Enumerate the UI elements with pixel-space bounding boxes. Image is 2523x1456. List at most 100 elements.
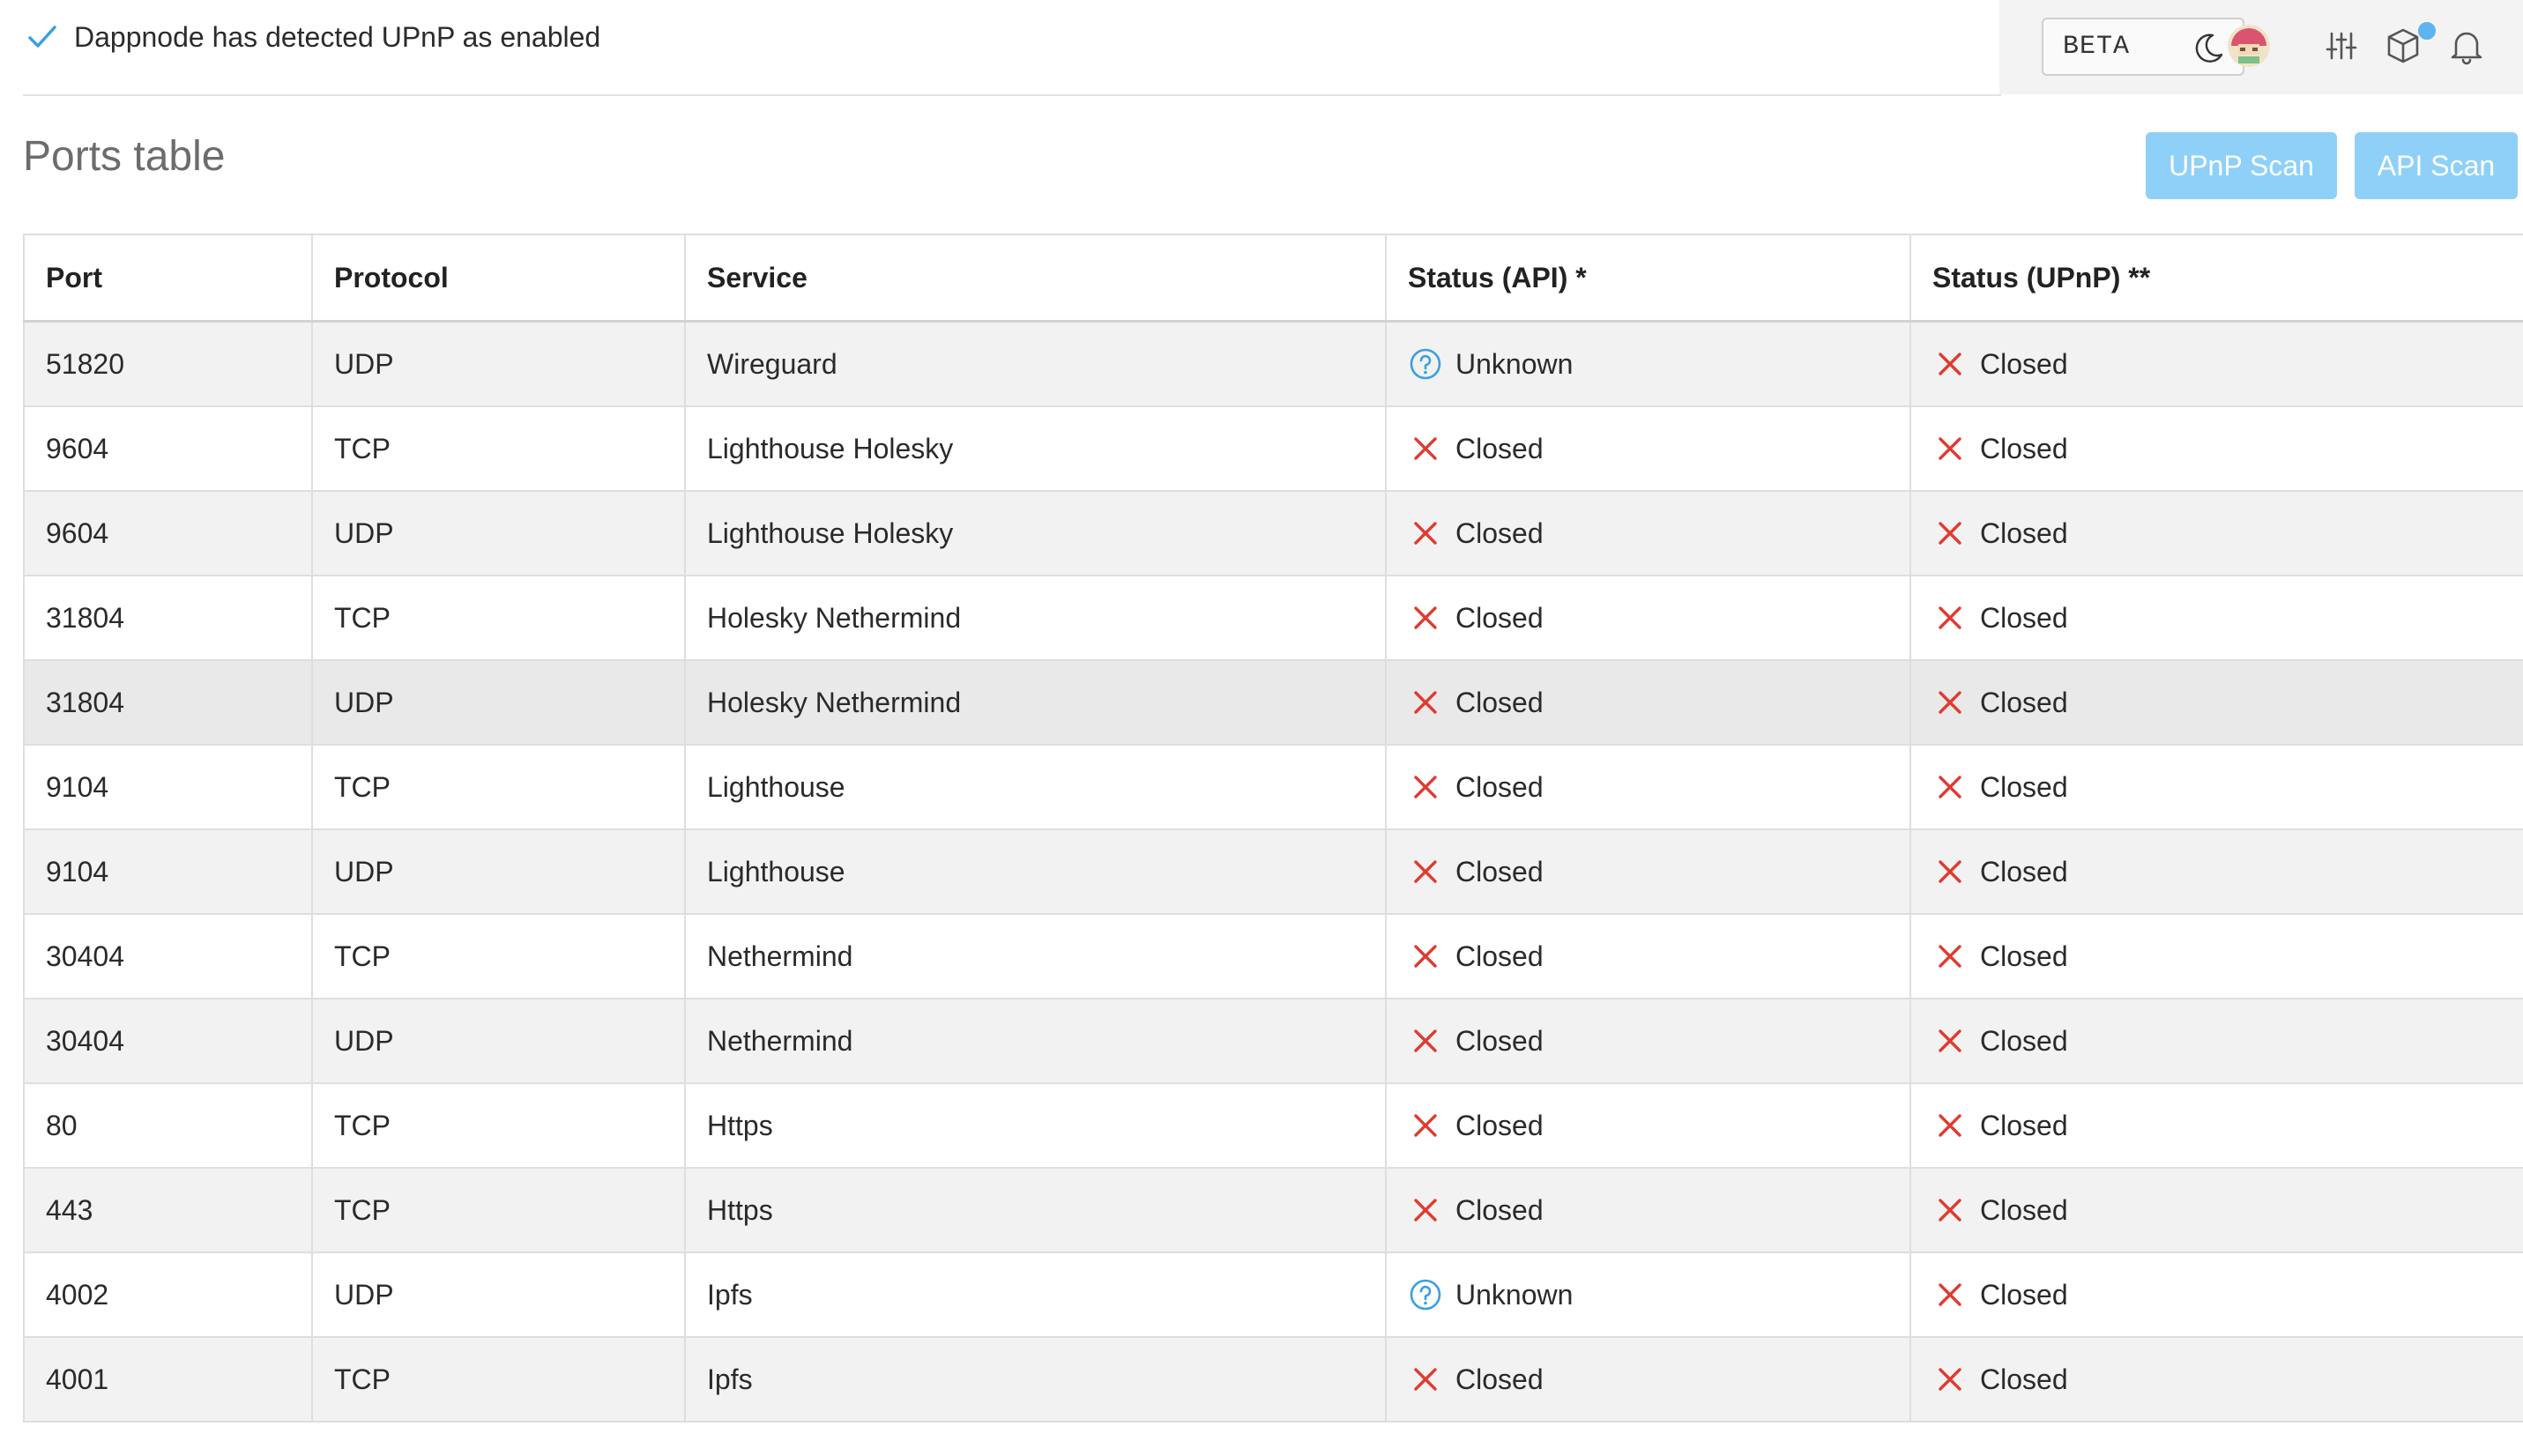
protocol-cell: TCP	[311, 1336, 686, 1423]
status-upnp-cell: Closed	[1909, 1082, 2523, 1169]
service-cell: Nethermind	[684, 913, 1387, 999]
status-api-cell: Closed	[1385, 1336, 1911, 1423]
status-api-cell: Closed	[1385, 744, 1911, 830]
table-row: 30404 UDP Nethermind Closed Closed	[23, 998, 2523, 1084]
status-upnp: Closed	[1932, 516, 2523, 551]
closed-status-icon	[1414, 1199, 1437, 1222]
upnp-scan-button[interactable]: UPnP Scan	[2146, 132, 2337, 199]
status-api: Closed	[1408, 431, 1909, 466]
service-cell: Lighthouse Holesky	[684, 490, 1387, 576]
api-scan-button[interactable]: API Scan	[2355, 132, 2518, 199]
table-row: 80 TCP Https Closed Closed	[23, 1082, 2523, 1169]
status-api-text: Closed	[1455, 686, 1544, 718]
closed-status-icon	[1414, 860, 1437, 883]
header-status-upnp: Status (UPnP) **	[1909, 234, 2523, 323]
status-api-text: Unknown	[1455, 1278, 1574, 1311]
port-cell: 31804	[23, 659, 313, 746]
closed-status-icon	[1414, 691, 1437, 714]
port-cell: 51820	[23, 320, 313, 407]
upnp-notice: Dappnode has detected UPnP as enabled	[25, 18, 600, 56]
status-upnp: Closed	[1932, 600, 2523, 635]
status-upnp: Closed	[1932, 939, 2523, 974]
status-upnp: Closed	[1932, 346, 2523, 382]
closed-status-icon	[1414, 1114, 1437, 1137]
status-api-text: Closed	[1455, 1193, 1544, 1226]
service-cell: Https	[684, 1167, 1387, 1253]
status-upnp-text: Closed	[1980, 432, 2068, 464]
status-upnp-text: Closed	[1980, 940, 2068, 972]
status-upnp-cell: Closed	[1909, 998, 2523, 1084]
protocol-cell: UDP	[311, 320, 686, 407]
service-cell: Lighthouse	[684, 828, 1387, 915]
status-api-text: Closed	[1455, 770, 1544, 803]
beta-label: BETA	[2063, 32, 2131, 62]
closed-status-icon	[1939, 1368, 1961, 1391]
port-cell: 30404	[23, 913, 313, 999]
closed-status-icon	[1414, 776, 1437, 799]
table-row: 31804 UDP Holesky Nethermind Closed Closed	[23, 659, 2523, 746]
status-upnp-text: Closed	[1980, 1278, 2068, 1311]
service-cell: Ipfs	[684, 1252, 1387, 1338]
status-upnp: Closed	[1932, 1277, 2523, 1312]
settings-sliders-button[interactable]	[2317, 21, 2366, 71]
port-cell: 443	[23, 1167, 313, 1253]
service-cell: Ipfs	[684, 1336, 1387, 1423]
status-api-text: Closed	[1455, 432, 1544, 464]
closed-status-icon	[1939, 522, 1961, 545]
protocol-cell: UDP	[311, 1252, 686, 1338]
closed-status-icon	[1939, 945, 1961, 968]
table-header-row: Port Protocol Service Status (API) * Sta…	[23, 234, 2523, 323]
notifications-button[interactable]	[2442, 21, 2491, 71]
status-upnp-text: Closed	[1980, 1363, 2068, 1395]
protocol-cell: TCP	[311, 913, 686, 999]
beta-theme-toggle[interactable]: BETA	[2042, 18, 2244, 76]
table-row: 4002 UDP Ipfs Unknown Closed	[23, 1252, 2523, 1338]
status-api-cell: Closed	[1385, 1082, 1911, 1169]
status-api-cell: Unknown	[1385, 1252, 1911, 1338]
status-upnp-cell: Closed	[1909, 913, 2523, 999]
avatar[interactable]	[2224, 21, 2274, 71]
status-upnp: Closed	[1932, 1108, 2523, 1143]
port-cell: 9104	[23, 744, 313, 830]
protocol-cell: TCP	[311, 1167, 686, 1253]
protocol-cell: TCP	[311, 1082, 686, 1169]
closed-status-icon	[1414, 1368, 1437, 1391]
status-api: Closed	[1408, 1108, 1909, 1143]
closed-status-icon	[1414, 522, 1437, 545]
status-api: Closed	[1408, 1023, 1909, 1059]
status-api-text: Closed	[1455, 516, 1544, 549]
port-cell: 4002	[23, 1252, 313, 1338]
status-upnp: Closed	[1932, 769, 2523, 805]
divider	[23, 94, 2001, 96]
table-row: 4001 TCP Ipfs Closed Closed	[23, 1336, 2523, 1423]
protocol-cell: UDP	[311, 490, 686, 576]
ports-page: Dappnode has detected UPnP as enabled BE…	[0, 0, 2523, 1456]
status-upnp-text: Closed	[1980, 1193, 2068, 1226]
table-row: 31804 TCP Holesky Nethermind Closed Closed	[23, 575, 2523, 661]
service-cell: Nethermind	[684, 998, 1387, 1084]
ports-table: Port Protocol Service Status (API) * Sta…	[23, 234, 2523, 1423]
protocol-cell: TCP	[311, 744, 686, 830]
status-upnp-text: Closed	[1980, 1109, 2068, 1141]
status-api-text: Closed	[1455, 1024, 1544, 1057]
status-api: Closed	[1408, 854, 1909, 889]
status-api-cell: Closed	[1385, 998, 1911, 1084]
status-api-text: Closed	[1455, 601, 1544, 634]
status-api-cell: Closed	[1385, 828, 1911, 915]
status-api-text: Closed	[1455, 1363, 1544, 1395]
closed-status-icon	[1939, 1029, 1961, 1052]
status-api-text: Closed	[1455, 855, 1544, 888]
status-api: Closed	[1408, 1192, 1909, 1228]
closed-status-icon	[1939, 1199, 1961, 1222]
status-api-text: Unknown	[1455, 347, 1574, 380]
service-cell: Lighthouse	[684, 744, 1387, 830]
closed-status-icon	[1939, 1283, 1961, 1306]
table-row: 443 TCP Https Closed Closed	[23, 1167, 2523, 1253]
closed-status-icon	[1939, 437, 1961, 460]
status-upnp-text: Closed	[1980, 686, 2068, 718]
packages-badge	[2416, 20, 2437, 41]
status-upnp-cell: Closed	[1909, 575, 2523, 661]
service-cell: Lighthouse Holesky	[684, 405, 1387, 492]
status-upnp-text: Closed	[1980, 855, 2068, 888]
protocol-cell: UDP	[311, 998, 686, 1084]
